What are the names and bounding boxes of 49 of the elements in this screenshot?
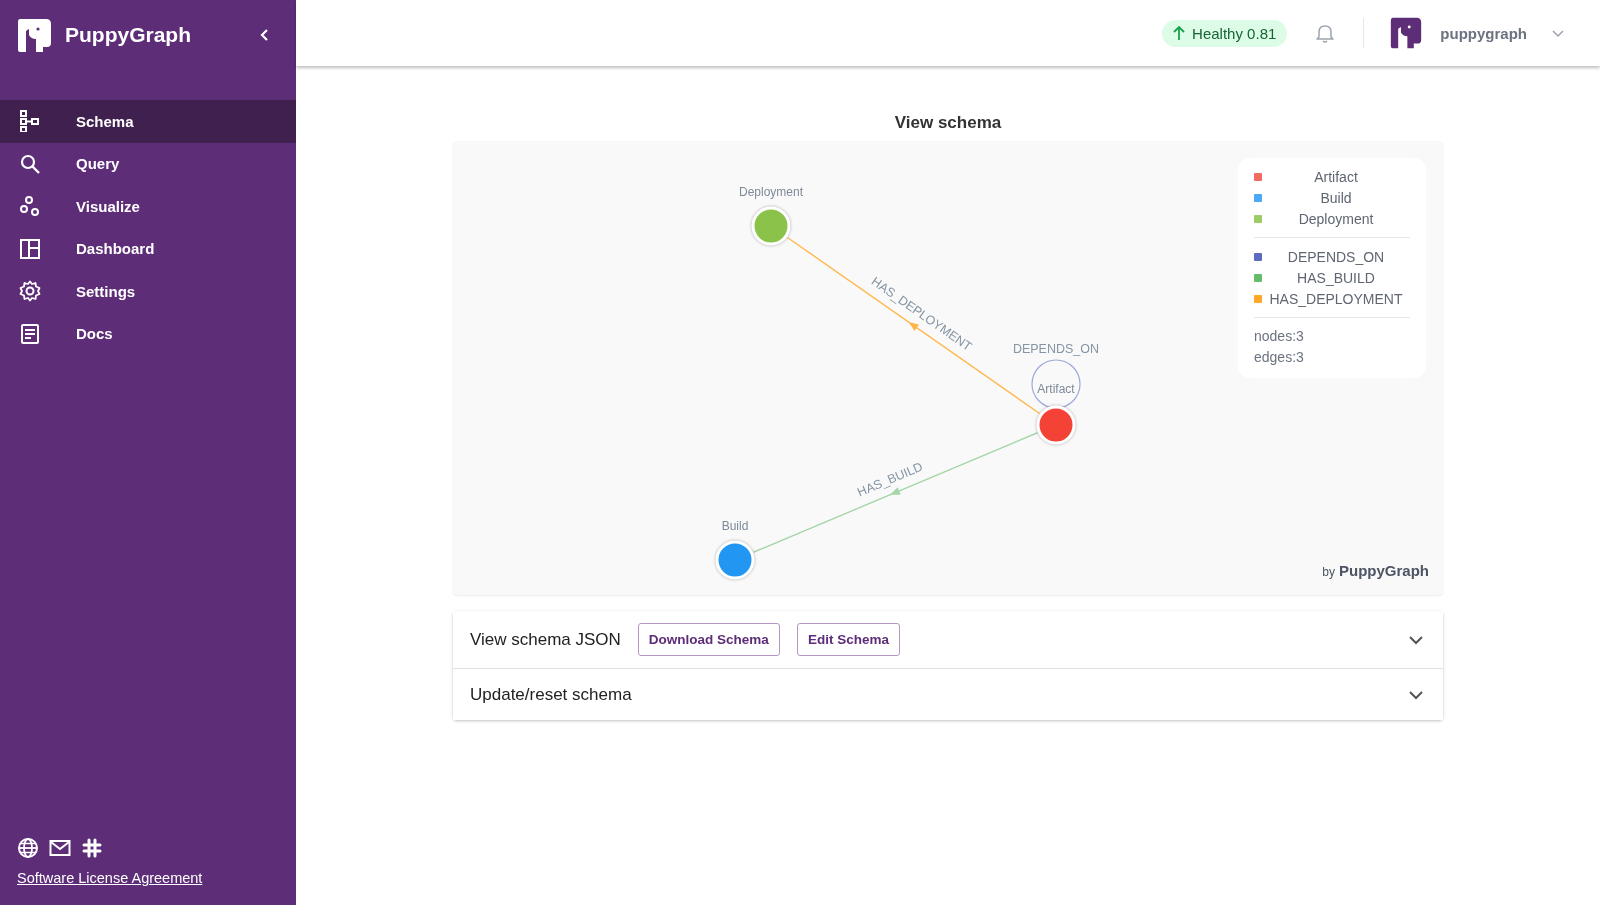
- license-link[interactable]: Software License Agreement: [17, 870, 203, 886]
- accordion-title: View schema JSON: [470, 629, 621, 650]
- accordion-header[interactable]: View schema JSON Download Schema Edit Schema: [453, 611, 1443, 668]
- legend-label: HAS_BUILD: [1296, 269, 1376, 286]
- arrow-up-icon: [1172, 25, 1187, 41]
- hash-icon[interactable]: [81, 837, 103, 859]
- dog-logo: [16, 16, 53, 54]
- edge-label: DEPENDS_ON: [1012, 342, 1100, 356]
- legend-label: DEPENDS_ON: [1286, 248, 1386, 265]
- search-icon: [19, 152, 41, 175]
- graph-node[interactable]: [751, 206, 791, 246]
- nav-item[interactable]: Dashboard: [0, 227, 296, 270]
- health-status: Healthy 0.81: [1192, 24, 1277, 42]
- graph-stat: nodes:3: [1254, 327, 1305, 346]
- schema-action-button[interactable]: Download Schema: [637, 623, 780, 656]
- layout-icon: [19, 237, 41, 260]
- credit-brand: PuppyGraph: [1339, 562, 1429, 579]
- chevron-down-icon: [1409, 689, 1423, 700]
- legend-label: Deployment: [1297, 210, 1375, 227]
- nav-item[interactable]: Visualize: [0, 185, 296, 228]
- nav-item[interactable]: Settings: [0, 270, 296, 313]
- node-label: Deployment: [739, 185, 803, 199]
- brand-name: PuppyGraph: [65, 23, 192, 47]
- accordion-title: Update/reset schema: [470, 684, 632, 705]
- circles-icon: [19, 195, 41, 218]
- nav-item[interactable]: Schema: [0, 100, 296, 143]
- graph-stat: edges:3: [1254, 348, 1305, 367]
- node-label: Artifact: [1037, 382, 1075, 396]
- accordion-header[interactable]: Update/reset schema: [453, 668, 1443, 720]
- mail-icon[interactable]: [49, 837, 71, 859]
- page-title: View schema: [893, 113, 1003, 133]
- settings-icon: [19, 280, 41, 303]
- graph-node[interactable]: [1036, 405, 1076, 445]
- credit-by: by: [1322, 565, 1335, 579]
- node-label: Build: [721, 519, 749, 533]
- user-menu[interactable]: puppygraph: [1389, 16, 1564, 50]
- nav-item[interactable]: Docs: [0, 312, 296, 355]
- chevron-down-icon: [1552, 28, 1564, 38]
- hierarchy-icon: [19, 110, 41, 133]
- globe-icon[interactable]: [17, 837, 39, 859]
- nav-item[interactable]: Query: [0, 142, 296, 185]
- legend-label: HAS_DEPLOYMENT: [1268, 290, 1404, 307]
- schema-action-button[interactable]: Edit Schema: [796, 623, 900, 656]
- graph-node[interactable]: [715, 540, 755, 580]
- chevron-down-icon: [1409, 634, 1423, 645]
- dog-avatar: [1389, 16, 1424, 50]
- legend-label: Artifact: [1313, 168, 1359, 185]
- legend-label: Build: [1319, 189, 1353, 206]
- document-icon: [19, 322, 41, 345]
